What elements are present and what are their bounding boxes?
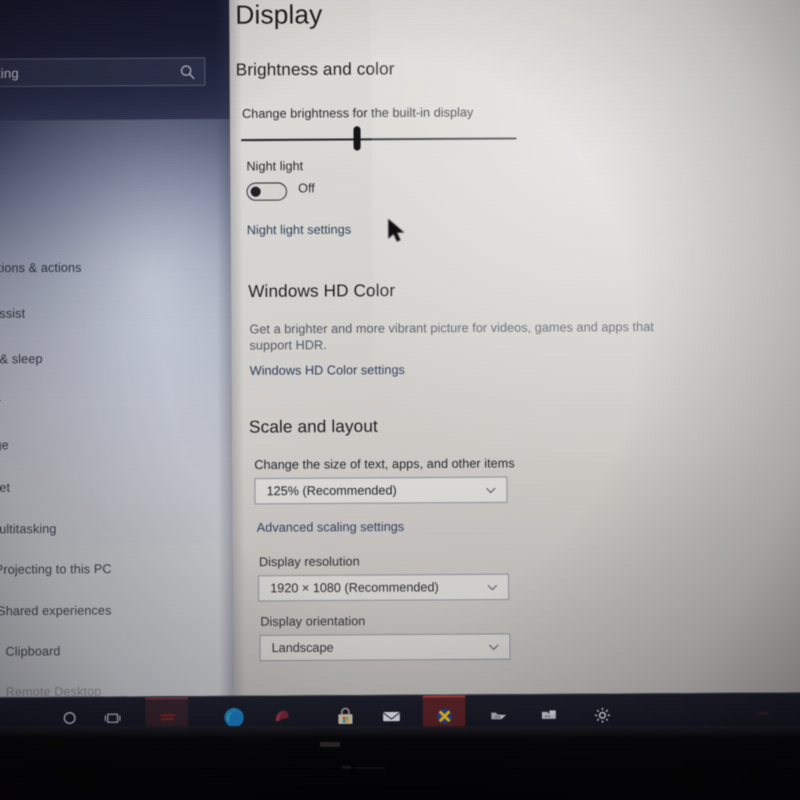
night-light-settings-link[interactable]: Night light settings xyxy=(247,222,351,237)
settings-window: ting ay nd ifications & actions us assis… xyxy=(0,0,800,698)
sidebar-item-clipboard[interactable]: Clipboard xyxy=(5,644,60,659)
file-explorer-icon[interactable] xyxy=(485,702,511,728)
scale-label: Change the size of text, apps, and other… xyxy=(254,456,515,473)
section-heading-scale-and-layout: Scale and layout xyxy=(248,416,378,437)
section-heading-windows-hd-color: Windows HD Color xyxy=(248,280,396,302)
chevron-down-icon xyxy=(487,641,500,654)
display-resolution-dropdown[interactable]: 1920 × 1080 (Recommended) xyxy=(258,573,510,602)
screen-glare-right xyxy=(370,0,800,463)
chevron-down-icon xyxy=(484,484,497,497)
search-input-value: ting xyxy=(0,65,19,81)
laptop-bottom-bezel xyxy=(0,736,800,800)
sidebar-item-remote-desktop[interactable]: Remote Desktop xyxy=(6,684,102,697)
advanced-scaling-settings-link[interactable]: Advanced scaling settings xyxy=(257,520,405,535)
sidebar-item-storage[interactable]: orage xyxy=(0,438,9,452)
night-light-toggle-state: Off xyxy=(298,181,315,196)
night-light-toggle-knob xyxy=(250,186,261,197)
screen-glare-left xyxy=(0,118,234,546)
bezel-reflection-1 xyxy=(320,742,340,747)
section-heading-brightness-and-color: Brightness and color xyxy=(235,59,395,80)
bezel-reflection-2 xyxy=(342,766,351,769)
sidebar-item-tablet[interactable]: ablet xyxy=(0,481,10,495)
windows-hd-color-settings-link[interactable]: Windows HD Color settings xyxy=(250,363,405,378)
sidebar-item-multitasking[interactable]: Multitasking xyxy=(0,522,57,537)
sidebar-item-power-and-sleep[interactable]: wer & sleep xyxy=(0,352,43,367)
bezel-reflection-3 xyxy=(355,767,385,769)
file-explorer-2-icon[interactable] xyxy=(536,702,562,728)
sidebar-item-notifications-and-actions[interactable]: ifications & actions xyxy=(0,261,82,276)
brightness-slider-track[interactable] xyxy=(241,137,517,142)
settings-navigation-pane: ting ay nd ifications & actions us assis… xyxy=(0,0,234,698)
laptop-screen-photo: ting ay nd ifications & actions us assis… xyxy=(0,0,800,800)
laptop-display-area: ting ay nd ifications & actions us assis… xyxy=(0,0,800,740)
search-input[interactable]: ting xyxy=(0,57,206,88)
night-light-label: Night light xyxy=(246,158,304,174)
display-orientation-dropdown[interactable]: Landscape xyxy=(259,633,511,662)
scale-dropdown[interactable]: 125% (Recommended) xyxy=(254,476,508,505)
sidebar-item-projecting-to-this-pc[interactable]: Projecting to this PC xyxy=(0,562,112,577)
display-orientation-label: Display orientation xyxy=(260,614,366,629)
brightness-slider-thumb[interactable] xyxy=(353,126,361,151)
display-orientation-value: Landscape xyxy=(271,640,334,656)
brightness-slider-label: Change brightness for the built-in displ… xyxy=(242,105,474,121)
chevron-down-icon xyxy=(486,581,499,594)
windows-hd-color-description: Get a brighter and more vibrant picture … xyxy=(249,319,654,353)
scale-dropdown-value: 125% (Recommended) xyxy=(266,483,397,499)
settings-content-pane: Display Brightness and color Change brig… xyxy=(229,0,800,696)
display-resolution-label: Display resolution xyxy=(258,554,360,570)
sidebar-item-battery[interactable]: ttery xyxy=(0,396,1,410)
display-resolution-value: 1920 × 1080 (Recommended) xyxy=(270,580,439,596)
taskbar-right-app-icon[interactable] xyxy=(751,701,777,727)
settings-gear-icon[interactable] xyxy=(589,702,615,728)
sidebar-item-focus-assist[interactable]: us assist xyxy=(0,306,25,320)
mouse-pointer xyxy=(387,218,409,244)
search-icon[interactable] xyxy=(179,64,196,81)
sidebar-item-shared-experiences[interactable]: Shared experiences xyxy=(0,603,112,618)
page-title: Display xyxy=(235,0,323,30)
night-light-toggle[interactable] xyxy=(246,182,288,201)
